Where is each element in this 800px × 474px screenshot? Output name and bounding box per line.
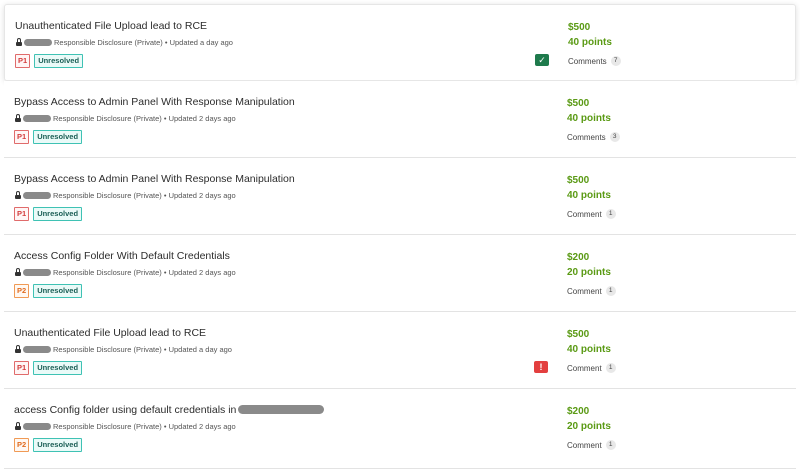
- bounty-amount: $500: [567, 175, 590, 186]
- severity-badge: P2: [14, 284, 30, 298]
- report-title-text: Unauthenticated File Upload lead to RCE: [14, 327, 207, 339]
- comments-link[interactable]: Comment 1: [567, 209, 616, 219]
- report-row[interactable]: Bypass Access to Admin Panel With Respon…: [4, 158, 796, 235]
- severity-badge: P1: [14, 130, 30, 144]
- points-value: 20 points: [567, 267, 611, 278]
- report-meta: Responsible Disclosure (Private) • Updat…: [15, 266, 236, 278]
- report-row[interactable]: Unauthenticated File Upload lead to RCE R…: [4, 4, 796, 81]
- report-meta-text: Responsible Disclosure (Private) • Updat…: [53, 267, 236, 277]
- redacted-program-name: [23, 345, 51, 353]
- lock-icon: [16, 38, 22, 46]
- points-value: 40 points: [567, 344, 611, 355]
- report-badges: P1 Unresolved: [14, 130, 83, 144]
- report-meta: Responsible Disclosure (Private) • Updat…: [16, 36, 233, 48]
- bounty-amount: $200: [567, 252, 590, 263]
- report-title[interactable]: Bypass Access to Admin Panel With Respon…: [14, 96, 295, 108]
- redacted-program-name: [23, 191, 51, 199]
- report-badges: P1 Unresolved: [14, 207, 83, 221]
- comments-label: Comment: [567, 440, 602, 450]
- bounty-amount: $500: [567, 98, 590, 109]
- report-title-text: Access Config Folder With Default Creden…: [14, 250, 230, 262]
- report-badges: P2 Unresolved: [14, 284, 83, 298]
- report-meta-text: Responsible Disclosure (Private) • Updat…: [54, 37, 233, 47]
- report-title-text: Bypass Access to Admin Panel With Respon…: [14, 173, 295, 185]
- comments-count-badge: 1: [605, 440, 616, 450]
- bounty-amount: $500: [568, 22, 591, 33]
- status-badge: Unresolved: [33, 130, 83, 144]
- redacted-program-name: [23, 422, 51, 430]
- redacted-program-name: [23, 114, 51, 122]
- severity-badge: P2: [14, 438, 30, 452]
- severity-badge: P1: [14, 207, 30, 221]
- comments-link[interactable]: Comment 1: [567, 286, 616, 296]
- report-title[interactable]: access Config folder using default crede…: [14, 404, 325, 416]
- comments-label: Comment: [567, 209, 602, 219]
- comments-link[interactable]: Comments 7: [568, 56, 621, 66]
- comments-link[interactable]: Comments 3: [567, 132, 620, 142]
- comments-count-badge: 7: [610, 56, 621, 66]
- report-meta-text: Responsible Disclosure (Private) • Updat…: [53, 421, 236, 431]
- severity-badge: P1: [14, 361, 30, 375]
- points-value: 20 points: [567, 421, 611, 432]
- report-badges: P1 Unresolved: [14, 361, 83, 375]
- report-title[interactable]: Access Config Folder With Default Creden…: [14, 250, 230, 262]
- comments-label: Comment: [567, 363, 602, 373]
- report-title[interactable]: Unauthenticated File Upload lead to RCE: [14, 327, 206, 339]
- bounty-amount: $500: [567, 329, 590, 340]
- redacted-target: [238, 404, 325, 414]
- alert-icon: !: [534, 361, 548, 373]
- report-meta-text: Responsible Disclosure (Private) • Updat…: [53, 190, 236, 200]
- comments-count-badge: 1: [605, 286, 616, 296]
- report-title[interactable]: Unauthenticated File Upload lead to RCE: [15, 20, 207, 32]
- comments-count-badge: 3: [609, 132, 620, 142]
- report-meta-text: Responsible Disclosure (Private) • Updat…: [53, 344, 232, 354]
- redacted-program-name: [24, 38, 52, 46]
- comments-count-badge: 1: [605, 209, 616, 219]
- check-icon: ✓: [535, 54, 549, 66]
- report-badges: P1 Unresolved: [15, 54, 84, 68]
- points-value: 40 points: [568, 37, 612, 48]
- report-title-text: Unauthenticated File Upload lead to RCE: [15, 20, 208, 32]
- comments-label: Comment: [567, 286, 602, 296]
- report-badges: P2 Unresolved: [14, 438, 83, 452]
- comments-count-badge: 1: [605, 363, 616, 373]
- report-meta: Responsible Disclosure (Private) • Updat…: [15, 343, 232, 355]
- comments-label: Comments: [567, 132, 606, 142]
- report-row[interactable]: Unauthenticated File Upload lead to RCE R…: [4, 312, 796, 389]
- report-meta: Responsible Disclosure (Private) • Updat…: [15, 112, 236, 124]
- report-title-text: access Config folder using default crede…: [14, 404, 237, 416]
- lock-icon: [15, 345, 21, 353]
- status-badge: Unresolved: [33, 284, 83, 298]
- lock-icon: [15, 268, 21, 276]
- comments-link[interactable]: Comment 1: [567, 363, 616, 373]
- status-badge: Unresolved: [33, 438, 83, 452]
- points-value: 40 points: [567, 113, 611, 124]
- report-row[interactable]: Access Config Folder With Default Creden…: [4, 235, 796, 312]
- report-meta: Responsible Disclosure (Private) • Updat…: [15, 420, 236, 432]
- severity-badge: P1: [15, 54, 31, 68]
- report-list: Unauthenticated File Upload lead to RCE R…: [0, 0, 800, 474]
- report-row[interactable]: Bypass Access to Admin Panel With Respon…: [4, 81, 796, 158]
- report-title[interactable]: Bypass Access to Admin Panel With Respon…: [14, 173, 295, 185]
- report-title-text: Bypass Access to Admin Panel With Respon…: [14, 96, 295, 108]
- comments-label: Comments: [568, 56, 607, 66]
- report-row[interactable]: access Config folder using default crede…: [4, 389, 796, 469]
- status-badge: Unresolved: [33, 207, 83, 221]
- bounty-amount: $200: [567, 406, 590, 417]
- status-badge: Unresolved: [34, 54, 84, 68]
- lock-icon: [15, 191, 21, 199]
- comments-link[interactable]: Comment 1: [567, 440, 616, 450]
- points-value: 40 points: [567, 190, 611, 201]
- report-meta: Responsible Disclosure (Private) • Updat…: [15, 189, 236, 201]
- status-badge: Unresolved: [33, 361, 83, 375]
- lock-icon: [15, 114, 21, 122]
- redacted-program-name: [23, 268, 51, 276]
- report-meta-text: Responsible Disclosure (Private) • Updat…: [53, 113, 236, 123]
- lock-icon: [15, 422, 21, 430]
